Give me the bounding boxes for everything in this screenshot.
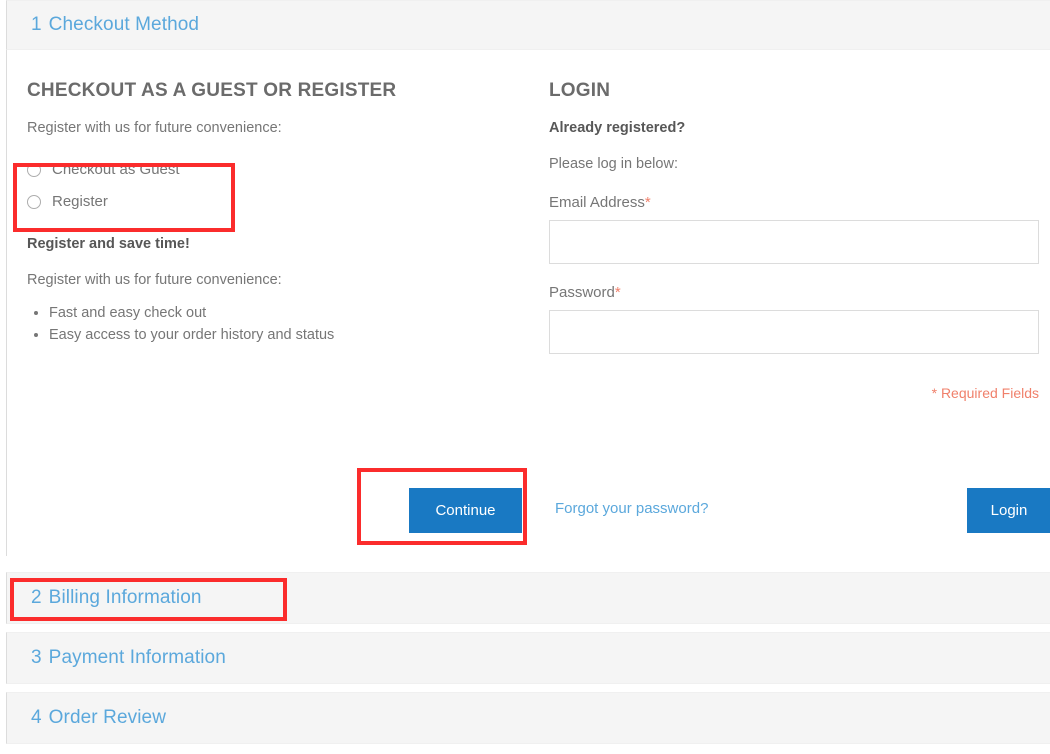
login-heading: LOGIN bbox=[549, 80, 611, 101]
step-header-payment-information[interactable]: 3 Payment Information bbox=[6, 632, 1050, 684]
step-number: 1 bbox=[31, 14, 42, 35]
register-benefits-list: Fast and easy check out Easy access to y… bbox=[27, 290, 527, 347]
required-asterisk: * bbox=[614, 283, 621, 301]
login-column: LOGIN Already registered? Please log in … bbox=[549, 50, 1049, 401]
step-number: 2 bbox=[31, 587, 42, 608]
continue-button[interactable]: Continue bbox=[409, 488, 522, 533]
password-label-text: Password bbox=[549, 283, 615, 301]
radio-label-register: Register bbox=[52, 193, 108, 211]
already-registered-text: Already registered? bbox=[549, 120, 686, 136]
login-button[interactable]: Login bbox=[967, 488, 1050, 533]
email-field[interactable] bbox=[549, 219, 1039, 264]
register-save-time-heading: Register and save time! bbox=[27, 235, 190, 252]
password-field-label: Password* bbox=[549, 264, 1049, 301]
step-title: Payment Information bbox=[48, 647, 226, 668]
required-asterisk: * bbox=[644, 193, 651, 211]
step-header-checkout-method[interactable]: 1 Checkout Method bbox=[6, 0, 1050, 50]
step-header-order-review[interactable]: 4 Order Review bbox=[6, 692, 1050, 744]
register-save-time-intro: Register with us for future convenience: bbox=[27, 271, 282, 288]
step-title: Billing Information bbox=[48, 587, 202, 608]
radio-unchecked-icon[interactable] bbox=[27, 162, 41, 177]
required-fields-note: * Required Fields bbox=[931, 384, 1039, 401]
guest-register-column: CHECKOUT AS A GUEST OR REGISTER Register… bbox=[27, 50, 527, 346]
guest-register-heading: CHECKOUT AS A GUEST OR REGISTER bbox=[27, 80, 397, 101]
email-label-text: Email Address bbox=[549, 193, 645, 211]
radio-unchecked-icon[interactable] bbox=[27, 194, 41, 209]
step-header-billing-information[interactable]: 2 Billing Information bbox=[6, 572, 1050, 624]
email-field-label: Email Address* bbox=[549, 174, 1049, 211]
list-item: Fast and easy check out bbox=[49, 302, 527, 324]
radio-option-checkout-as-guest[interactable]: Checkout as Guest bbox=[27, 154, 527, 186]
radio-label-checkout-as-guest: Checkout as Guest bbox=[52, 161, 180, 179]
step-title: Checkout Method bbox=[48, 14, 200, 35]
radio-option-register[interactable]: Register bbox=[27, 186, 527, 218]
password-field[interactable] bbox=[549, 309, 1039, 354]
step-title: Order Review bbox=[48, 707, 167, 728]
step-number: 4 bbox=[31, 707, 42, 728]
please-log-in-text: Please log in below: bbox=[549, 155, 678, 172]
list-item: Easy access to your order history and st… bbox=[49, 324, 527, 346]
step-number: 3 bbox=[31, 647, 42, 668]
checkout-method-panel: CHECKOUT AS A GUEST OR REGISTER Register… bbox=[6, 50, 1050, 556]
guest-register-intro: Register with us for future convenience: bbox=[27, 120, 282, 136]
forgot-password-link[interactable]: Forgot your password? bbox=[555, 500, 708, 517]
checkout-method-radio-group: Checkout as Guest Register bbox=[27, 138, 527, 218]
